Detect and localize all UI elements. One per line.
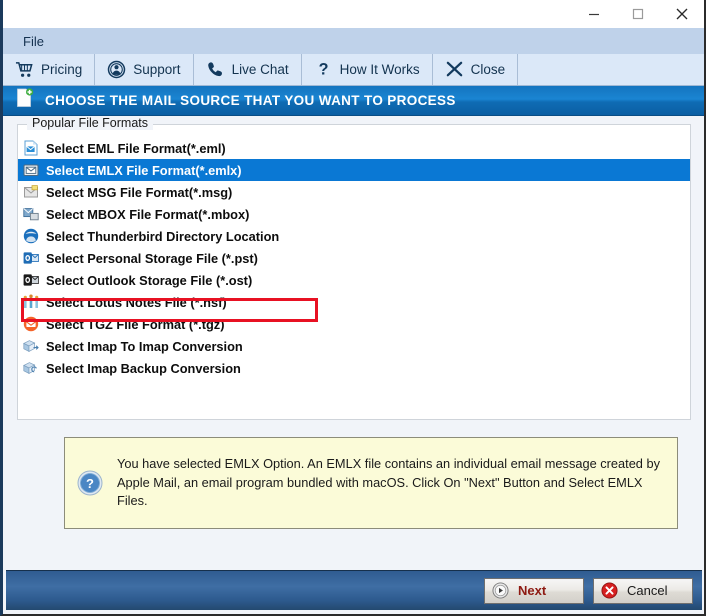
question-circle-icon: ? [77, 470, 103, 496]
toolbar-button-pricing[interactable]: Pricing [3, 54, 96, 85]
list-item-label: Select Thunderbird Directory Location [46, 228, 280, 244]
svg-text:?: ? [318, 61, 328, 79]
list-item-msg[interactable]: Select MSG File Format(*.msg) [18, 181, 690, 203]
eml-file-icon [23, 140, 39, 156]
toolbar: Pricing Support Live Chat ? How It Works… [3, 54, 704, 86]
document-add-icon [16, 88, 34, 113]
mbox-file-icon [23, 206, 39, 222]
list-item-label: Select Imap Backup Conversion [46, 360, 241, 376]
list-item-label: Select Personal Storage File (*.pst) [46, 250, 258, 266]
popular-file-formats-group: Popular File Formats Select EML File For… [17, 116, 691, 420]
list-item-label: Select MSG File Format(*.msg) [46, 184, 233, 200]
info-panel: ? You have selected EMLX Option. An EMLX… [64, 437, 678, 529]
toolbar-label-close: Close [470, 62, 506, 77]
list-item-label: Select MBOX File Format(*.mbox) [46, 206, 250, 222]
toolbar-label-live-chat: Live Chat [231, 62, 289, 77]
title-bar [3, 0, 704, 28]
outlook-pst-icon [23, 250, 39, 266]
list-item-mbox[interactable]: Select MBOX File Format(*.mbox) [18, 203, 690, 225]
toolbar-label-how-it-works: How It Works [339, 62, 420, 77]
list-item-imap-backup[interactable]: Select Imap Backup Conversion [18, 357, 690, 379]
thunderbird-icon [23, 228, 39, 244]
list-item-label: Select Outlook Storage File (*.ost) [46, 272, 253, 288]
list-item-label: Select TGZ File Format (*.tgz) [46, 316, 225, 332]
footer-bar: Next Cancel [6, 570, 702, 610]
toolbar-label-pricing: Pricing [41, 62, 83, 77]
phone-icon [206, 60, 225, 79]
group-legend: Popular File Formats [27, 116, 154, 130]
toolbar-button-live-chat[interactable]: Live Chat [194, 54, 302, 85]
shopping-cart-icon [15, 60, 34, 79]
list-item-ost[interactable]: Select Outlook Storage File (*.ost) [18, 269, 690, 291]
svg-text:?: ? [86, 476, 94, 491]
support-person-icon [107, 60, 126, 79]
toolbar-button-how-it-works[interactable]: ? How It Works [302, 54, 433, 85]
question-mark-icon: ? [314, 60, 333, 79]
list-item-label: Select EML File Format(*.eml) [46, 140, 226, 156]
info-text: You have selected EMLX Option. An EMLX f… [117, 456, 660, 509]
toolbar-button-support[interactable]: Support [95, 54, 194, 85]
file-format-list: Select EML File Format(*.eml) Select EML… [18, 137, 690, 379]
list-item-nsf[interactable]: Select Lotus Notes File (*.nsf) [18, 291, 690, 313]
imap-backup-icon [23, 360, 39, 376]
toolbar-button-close[interactable]: Close [433, 54, 519, 85]
minimize-icon[interactable] [572, 0, 616, 28]
lotus-notes-icon [23, 294, 39, 310]
list-item-eml[interactable]: Select EML File Format(*.eml) [18, 137, 690, 159]
cancel-button[interactable]: Cancel [593, 577, 693, 604]
content-area: Popular File Formats Select EML File For… [3, 116, 704, 529]
list-item-pst[interactable]: Select Personal Storage File (*.pst) [18, 247, 690, 269]
cancel-x-icon [601, 582, 618, 599]
menu-bar: File [3, 28, 704, 54]
msg-file-icon [23, 184, 39, 200]
toolbar-label-support: Support [133, 62, 181, 77]
maximize-icon[interactable] [616, 0, 660, 28]
list-item-label: Select Lotus Notes File (*.nsf) [46, 294, 227, 310]
emlx-file-icon [23, 162, 39, 178]
imap-to-imap-icon [23, 338, 39, 354]
x-cross-icon [445, 60, 464, 79]
list-item-emlx[interactable]: Select EMLX File Format(*.emlx) [18, 159, 690, 181]
section-banner: CHOOSE THE MAIL SOURCE THAT YOU WANT TO … [3, 86, 704, 116]
tgz-envelope-icon [23, 316, 39, 332]
cancel-button-label: Cancel [627, 583, 668, 598]
list-item-thunderbird[interactable]: Select Thunderbird Directory Location [18, 225, 690, 247]
close-icon[interactable] [660, 0, 704, 28]
play-arrow-icon [492, 582, 509, 599]
menu-file[interactable]: File [17, 32, 50, 51]
list-item-label: Select Imap To Imap Conversion [46, 338, 243, 354]
list-item-tgz[interactable]: Select TGZ File Format (*.tgz) [18, 313, 690, 335]
list-item-imap-to-imap[interactable]: Select Imap To Imap Conversion [18, 335, 690, 357]
banner-title: CHOOSE THE MAIL SOURCE THAT YOU WANT TO … [45, 93, 456, 108]
application-window: File Pricing Support Live Chat ? How It … [0, 0, 706, 616]
next-button[interactable]: Next [484, 577, 584, 604]
list-item-label: Select EMLX File Format(*.emlx) [46, 162, 242, 178]
next-button-label: Next [518, 583, 547, 598]
outlook-ost-icon [23, 272, 39, 288]
